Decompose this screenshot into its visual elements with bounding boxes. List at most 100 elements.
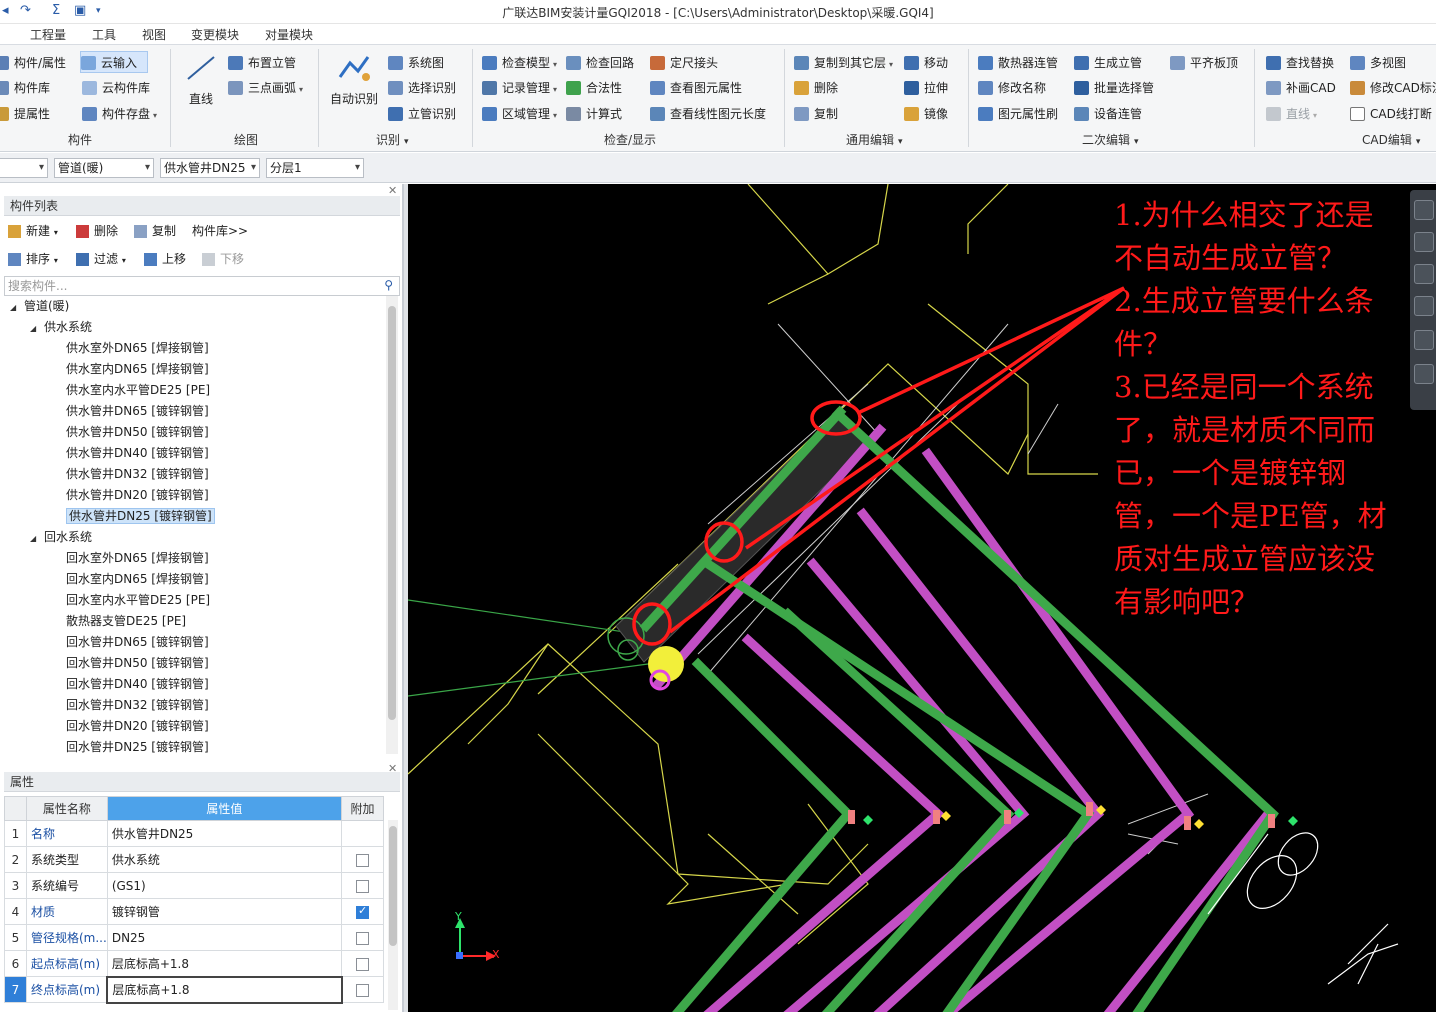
view-3d-button[interactable] — [1414, 232, 1434, 252]
region-manage-button[interactable]: 区域管理 ▾ — [482, 103, 557, 125]
multi-view-button[interactable]: 多视图 — [1350, 52, 1406, 74]
view-orbit-button[interactable] — [1414, 330, 1434, 350]
copy-to-other-floor-button[interactable]: 复制到其它层 ▾ — [794, 52, 893, 74]
tree-item[interactable]: 供水室外DN65 [焊接钢管] — [66, 338, 209, 359]
menu-tools[interactable]: 工具 — [92, 26, 116, 43]
attach-checkbox[interactable] — [356, 879, 369, 893]
property-value[interactable]: (GS1) — [106, 872, 343, 899]
rename-button[interactable]: 修改名称 — [978, 77, 1046, 99]
property-value[interactable]: DN25 — [106, 924, 343, 951]
filter-button[interactable]: 过滤 ▾ — [76, 248, 126, 270]
mirror-button[interactable]: 镜像 — [904, 103, 948, 125]
menu-view[interactable]: 视图 — [142, 26, 166, 43]
panel-close-icon[interactable]: ✕ — [388, 184, 397, 197]
legality-button[interactable]: 合法性 — [566, 77, 622, 99]
tree-item[interactable]: 回水管井DN50 [镀锌钢管] — [66, 653, 209, 674]
formula-button[interactable]: 计算式 — [566, 103, 622, 125]
attach-checkbox[interactable] — [356, 904, 369, 919]
three-point-arc-button[interactable]: 三点画弧 ▾ — [228, 77, 303, 99]
menu-quantity[interactable]: 工程量 — [30, 26, 66, 43]
check-model-button[interactable]: 检查模型 ▾ — [482, 52, 557, 74]
check-loop-button[interactable]: 检查回路 — [566, 52, 634, 74]
riser-identify-button[interactable]: 立管识别 — [388, 103, 456, 125]
menu-change-module[interactable]: 变更模块 — [191, 26, 239, 43]
move-button[interactable]: 移动 — [904, 52, 948, 74]
property-value[interactable]: 层底标高+1.8 — [106, 950, 343, 977]
component-save-button[interactable]: 构件存盘 ▾ — [82, 103, 157, 125]
tree-item[interactable]: 回水管井DN65 [镀锌钢管] — [66, 632, 209, 653]
property-row[interactable]: 2 系统类型 供水系统 — [4, 846, 384, 873]
move-down-button[interactable]: 下移 — [202, 248, 244, 270]
property-value[interactable]: 镀锌钢管 — [106, 898, 343, 925]
align-slab-top-button[interactable]: 平齐板顶 — [1170, 52, 1238, 74]
place-riser-button[interactable]: 布置立管 — [228, 52, 296, 74]
component-select[interactable]: 供水管井DN25 — [160, 158, 260, 178]
drawing-canvas[interactable]: Y X 1.为什么相交了还是 不自动生成立管？ 2.生成立管要什么条 件？ 3.已经是同… — [408, 184, 1436, 1012]
new-component-button[interactable]: 新建 ▾ — [8, 220, 58, 242]
view-rotate-button[interactable] — [1414, 200, 1434, 220]
attach-checkbox[interactable] — [356, 853, 369, 867]
property-row[interactable]: 1 名称 供水管井DN25 — [4, 820, 384, 847]
view-element-property-button[interactable]: 查看图元属性 — [650, 77, 742, 99]
cloud-library-button[interactable]: 云构件库 — [82, 77, 150, 99]
system-diagram-button[interactable]: 系统图 — [388, 52, 444, 74]
auto-identify-button[interactable]: 自动识别 — [326, 51, 382, 107]
component-library-button[interactable]: 构件库 — [0, 77, 50, 99]
equipment-connect-button[interactable]: 设备连管 — [1074, 103, 1142, 125]
layer-select[interactable]: 分层1 — [266, 158, 364, 178]
element-brush-button[interactable]: 图元属性刷 — [978, 103, 1058, 125]
view-grid-button[interactable] — [1414, 364, 1434, 384]
sort-button[interactable]: 排序 ▾ — [8, 248, 58, 270]
stretch-button[interactable]: 拉伸 — [904, 77, 948, 99]
tree-item[interactable]: 供水管井DN32 [镀锌钢管] — [66, 464, 209, 485]
component-property-button[interactable]: 构件/属性 — [0, 52, 66, 74]
tree-group-supply[interactable]: ◢ 供水系统 — [30, 317, 92, 338]
delete-button[interactable]: 删除 — [794, 77, 838, 99]
cloud-input-button[interactable]: 云输入 — [80, 51, 148, 73]
property-value[interactable]: 层底标高+1.8 — [106, 975, 343, 1004]
delete-component-button[interactable]: 删除 — [76, 220, 118, 242]
tree-item[interactable]: 供水管井DN65 [镀锌钢管] — [66, 401, 209, 422]
tree-item[interactable]: 供水管井DN20 [镀锌钢管] — [66, 485, 209, 506]
tree-scrollbar-thumb[interactable] — [388, 306, 396, 720]
tree-item[interactable]: 供水管井DN40 [镀锌钢管] — [66, 443, 209, 464]
tree-item[interactable]: 回水室外DN65 [焊接钢管] — [66, 548, 209, 569]
tree-item[interactable]: 供水室内水平管DE25 [PE] — [66, 380, 210, 401]
tree-scrollbar[interactable] — [386, 296, 398, 754]
properties-close-icon[interactable]: ✕ — [388, 762, 397, 775]
view-fit-button[interactable] — [1414, 264, 1434, 284]
cad-line-button[interactable]: 直线 ▾ — [1266, 103, 1317, 125]
expand-toggle-icon[interactable]: ◢ — [30, 318, 44, 339]
category-select[interactable] — [0, 158, 48, 178]
type-select[interactable]: 管道(暖) — [54, 158, 154, 178]
redraw-cad-button[interactable]: 补画CAD — [1266, 77, 1336, 99]
copy-button[interactable]: 复制 — [794, 103, 838, 125]
fixed-length-joint-button[interactable]: 定尺接头 — [650, 52, 718, 74]
find-replace-button[interactable]: 查找替换 — [1266, 52, 1334, 74]
component-library-link[interactable]: 构件库>> — [174, 220, 248, 242]
tree-group-return[interactable]: ◢ 回水系统 — [30, 527, 92, 548]
tree-item[interactable]: 回水管井DN25 [镀锌钢管] — [66, 737, 209, 754]
record-manage-button[interactable]: 记录管理 ▾ — [482, 77, 557, 99]
extract-property-button[interactable]: 提属性 — [0, 103, 50, 125]
move-up-button[interactable]: 上移 — [144, 248, 186, 270]
attach-checkbox[interactable] — [356, 983, 370, 997]
radiator-connect-button[interactable]: 散热器连管 — [978, 52, 1058, 74]
property-row[interactable]: 5 管径规格(m... DN25 — [4, 924, 384, 951]
attach-checkbox[interactable] — [356, 931, 369, 945]
properties-scrollbar[interactable] — [388, 820, 398, 1010]
copy-component-button[interactable]: 复制 — [134, 220, 176, 242]
tree-item[interactable]: 供水管井DN25 [镀锌钢管] — [66, 506, 215, 527]
property-value[interactable]: 供水管井DN25 — [106, 820, 343, 847]
tree-item[interactable]: 供水室内DN65 [焊接钢管] — [66, 359, 209, 380]
attach-checkbox[interactable] — [356, 957, 369, 971]
expand-toggle-icon[interactable]: ◢ — [10, 297, 24, 318]
tree-item[interactable]: 回水管井DN20 [镀锌钢管] — [66, 716, 209, 737]
tree-item[interactable]: 回水室内DN65 [焊接钢管] — [66, 569, 209, 590]
batch-select-pipe-button[interactable]: 批量选择管 — [1074, 77, 1154, 99]
tree-item[interactable]: 回水管井DN32 [镀锌钢管] — [66, 695, 209, 716]
search-icon[interactable]: ⚲ — [384, 278, 393, 292]
view-linear-length-button[interactable]: 查看线性图元长度 — [650, 103, 766, 125]
tree-root[interactable]: ◢ 管道(暖) — [10, 296, 69, 317]
property-value[interactable]: 供水系统 — [106, 846, 343, 873]
